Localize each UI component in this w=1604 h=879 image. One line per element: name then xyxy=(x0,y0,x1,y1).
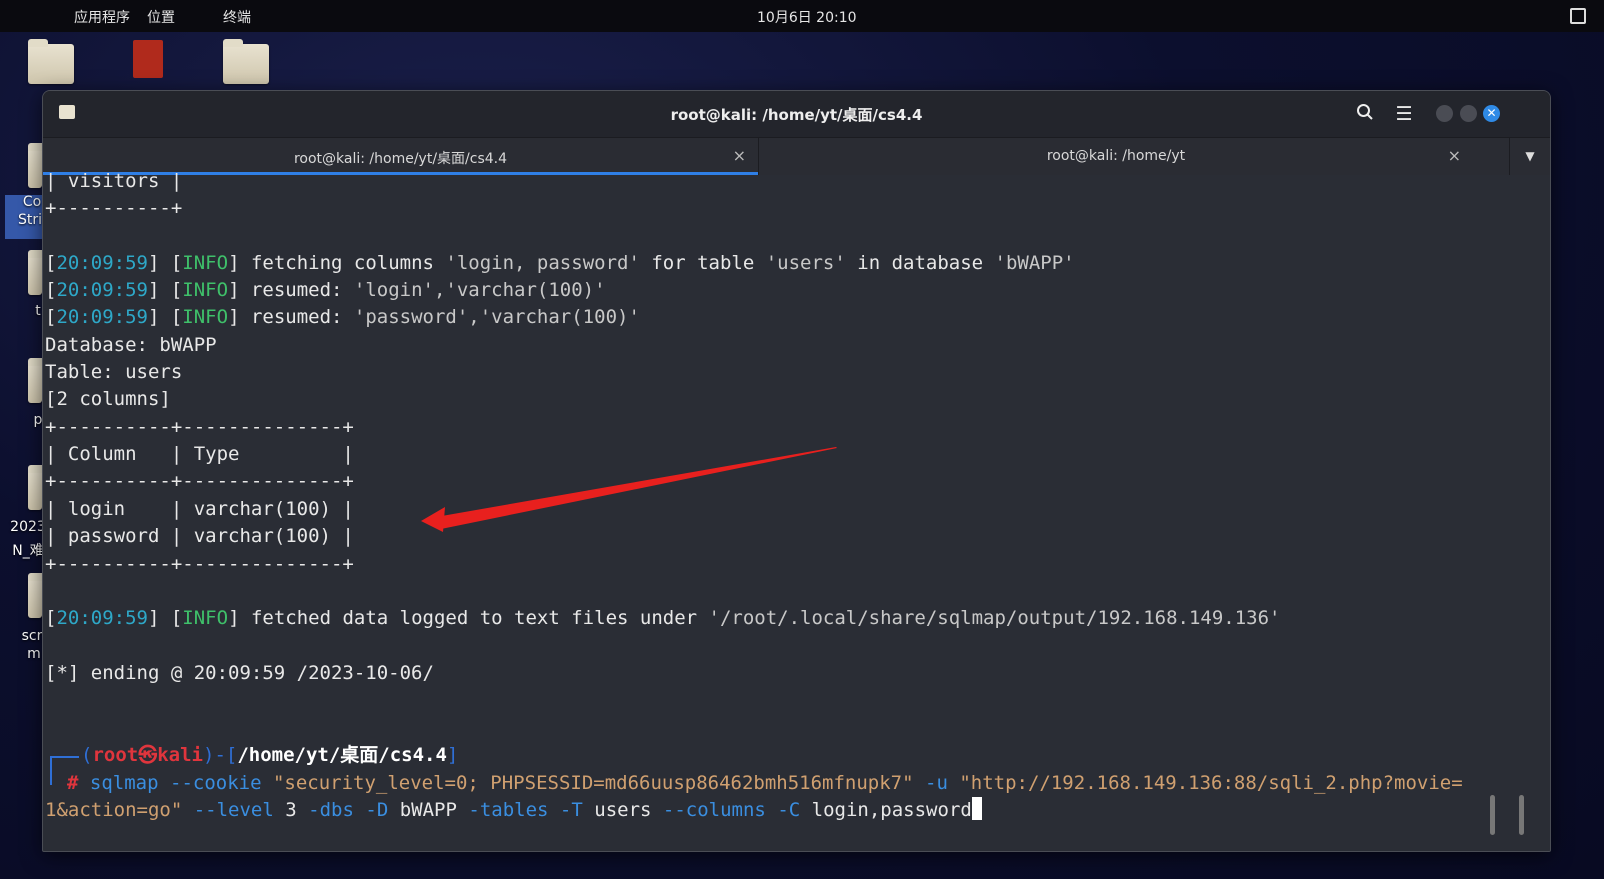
log-message: fetched data logged to text files under xyxy=(239,607,709,629)
desktop-folder-icon[interactable] xyxy=(28,465,48,510)
terminal-output[interactable]: | visitors | +----------+ [20:09:59] [IN… xyxy=(43,170,1503,851)
log-quoted: '/root/.local/share/sqlmap/output/192.16… xyxy=(708,607,1281,629)
tab-bar: root@kali: /home/yt/桌面/cs4.4 × root@kali… xyxy=(43,137,1550,175)
menu-terminal[interactable]: 终端 xyxy=(223,7,251,27)
cmd-string: "security_level=0; PHPSESSID=md66uusp864… xyxy=(272,772,914,794)
top-panel: 应用程序 位置 终端 10月6日 20:10 xyxy=(0,0,1604,32)
desktop-folder-icon[interactable] xyxy=(223,39,271,84)
menu-places[interactable]: 位置 xyxy=(147,7,175,27)
close-button[interactable]: ✕ xyxy=(1483,105,1500,122)
prompt-user: root xyxy=(92,744,139,766)
search-icon[interactable] xyxy=(1354,103,1376,125)
shell-prompt: (root㉿kali)-[/home/yt/桌面/cs4.4] xyxy=(81,742,458,769)
text-cursor xyxy=(971,797,982,820)
title-bar[interactable]: root@kali: /home/yt/桌面/cs4.4 ☰ ✕ xyxy=(43,91,1550,137)
cmd-flag: -dbs xyxy=(308,799,354,821)
cmd-string: "http://192.168.149.136:88/sqli_2.php?mo… xyxy=(959,772,1463,794)
cmd-flag: --level xyxy=(193,799,274,821)
command-line-1: # sqlmap --cookie "security_level=0; PHP… xyxy=(67,770,1463,797)
cmd-arg: bWAPP xyxy=(399,799,457,821)
cmd-name: sqlmap xyxy=(89,772,159,794)
minimize-button[interactable] xyxy=(1436,105,1453,122)
close-tab-icon[interactable]: × xyxy=(733,146,746,165)
prompt-host: kali xyxy=(157,744,203,766)
cmd-arg: users xyxy=(594,799,652,821)
cmd-flag: --cookie xyxy=(170,772,262,794)
window-title: root@kali: /home/yt/桌面/cs4.4 xyxy=(670,106,923,124)
prompt-bracket: )-[ xyxy=(203,744,238,766)
cmd-flag: --columns xyxy=(662,799,766,821)
tab-label: root@kali: /home/yt/桌面/cs4.4 xyxy=(293,151,508,167)
hamburger-menu-icon[interactable]: ☰ xyxy=(1393,103,1415,125)
terminal-right-gutter xyxy=(1505,175,1550,851)
tab-list-dropdown-icon[interactable]: ▼ xyxy=(1509,138,1550,175)
desktop-folder-icon[interactable] xyxy=(28,250,48,295)
annotation-arrow xyxy=(421,447,837,532)
cmd-arg: 3 xyxy=(285,799,297,821)
maximize-button[interactable] xyxy=(1460,105,1477,122)
cmd-flag: -D xyxy=(365,799,389,821)
prompt-bracket: ( xyxy=(81,744,93,766)
power-icon[interactable] xyxy=(1570,8,1586,24)
close-tab-icon[interactable]: × xyxy=(1448,146,1461,165)
ending-line: [*] ending @ 20:09:59 /2023-10-06/ xyxy=(45,662,434,684)
prompt-path: /home/yt/桌面/cs4.4 xyxy=(237,744,447,766)
prompt-skull-icon: ㉿ xyxy=(138,744,158,766)
terminal-window: root@kali: /home/yt/桌面/cs4.4 ☰ ✕ root@ka… xyxy=(42,90,1551,852)
clock[interactable]: 10月6日 20:10 xyxy=(757,7,857,27)
menu-applications[interactable]: 应用程序 xyxy=(74,7,130,27)
command-line-2: 1&action=go" --level 3 -dbs -D bWAPP -ta… xyxy=(45,797,982,824)
cmd-string: 1&action=go" xyxy=(45,799,183,821)
desktop-folder-icon[interactable] xyxy=(28,358,48,403)
log-time: 20:09:59 xyxy=(56,607,148,629)
prompt-bracket: ] xyxy=(446,744,459,766)
log-level: INFO xyxy=(182,607,229,629)
cmd-flag: -C xyxy=(777,799,801,821)
scrollbar-thumb[interactable] xyxy=(1519,795,1524,835)
desktop-book-icon[interactable] xyxy=(133,38,181,82)
desktop-folder-icon[interactable] xyxy=(28,573,48,618)
cmd-flag: -T xyxy=(559,799,583,821)
tab-home-yt[interactable]: root@kali: /home/yt × xyxy=(759,138,1473,175)
log-quoted: 'bWAPP' xyxy=(994,252,1075,274)
desktop-folder-icon[interactable] xyxy=(28,39,76,84)
cmd-flag: -tables xyxy=(468,799,549,821)
desktop-folder-icon[interactable] xyxy=(28,143,48,188)
cmd-flag: -u xyxy=(925,772,948,794)
cmd-arg: login,password xyxy=(811,799,972,821)
root-hash: # xyxy=(67,772,79,794)
scrollbar-thumb[interactable] xyxy=(1490,795,1495,835)
log-line: [20:09:59] [INFO] fetched data logged to… xyxy=(45,607,1281,629)
tab-label: root@kali: /home/yt xyxy=(1046,148,1186,164)
book-cover-icon xyxy=(133,40,163,78)
